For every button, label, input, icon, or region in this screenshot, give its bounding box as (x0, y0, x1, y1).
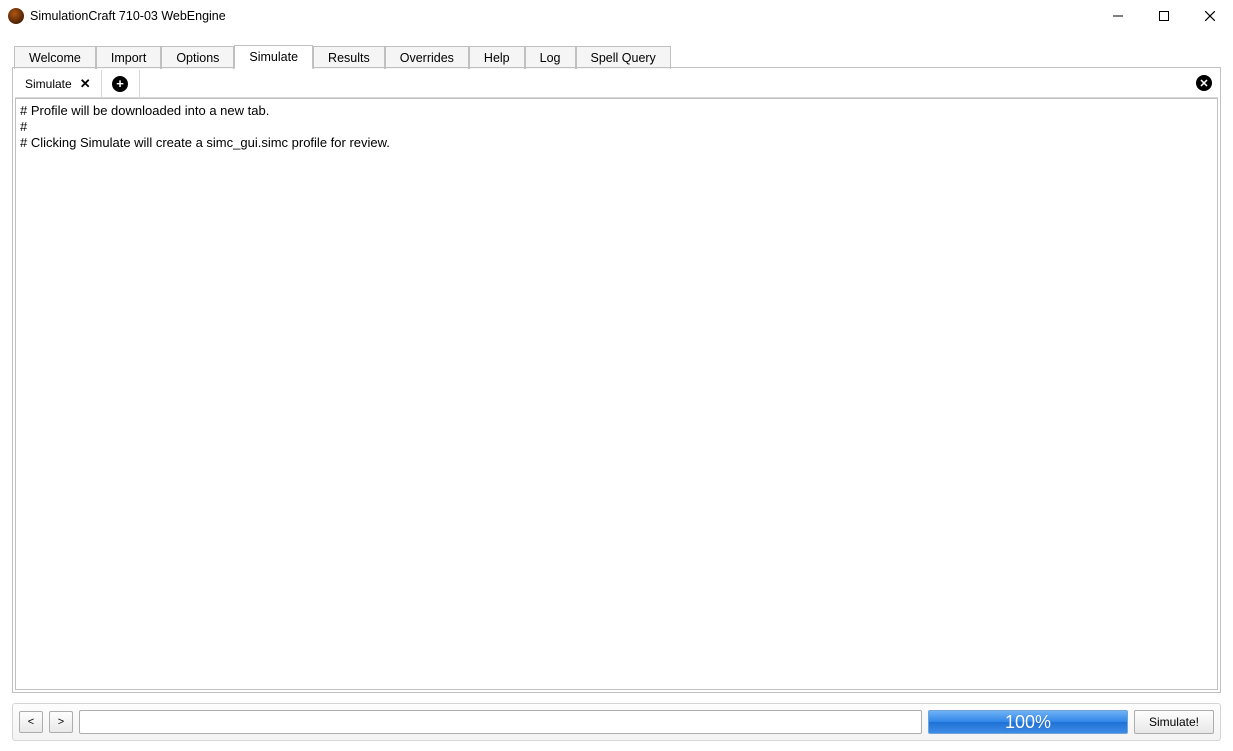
tab-label: Welcome (29, 51, 81, 65)
profile-editor[interactable]: # Profile will be downloaded into a new … (16, 99, 1217, 155)
minimize-button[interactable] (1095, 0, 1141, 32)
tab-label: Import (111, 51, 146, 65)
close-icon (1205, 11, 1215, 21)
plus-icon: + (112, 76, 128, 92)
tab-label: Results (328, 51, 370, 65)
tab-label: Simulate (249, 50, 298, 64)
tab-results[interactable]: Results (313, 46, 385, 69)
progress-text: 100% (1005, 712, 1051, 733)
maximize-icon (1159, 11, 1169, 21)
back-button[interactable]: < (19, 711, 43, 733)
tab-welcome[interactable]: Welcome (14, 46, 96, 69)
titlebar: SimulationCraft 710-03 WebEngine (0, 0, 1233, 32)
simulate-label: Simulate! (1149, 715, 1199, 729)
window-title: SimulationCraft 710-03 WebEngine (30, 9, 226, 23)
tab-overrides[interactable]: Overrides (385, 46, 469, 69)
subtab-simulate[interactable]: Simulate ✕ (15, 70, 102, 98)
close-all-tabs-button[interactable]: ✕ (1196, 75, 1212, 91)
tab-spell-query[interactable]: Spell Query (576, 46, 671, 69)
close-icon: ✕ (1199, 77, 1208, 90)
progress-bar: 100% (928, 710, 1128, 734)
tab-simulate[interactable]: Simulate (234, 45, 313, 69)
tab-label: Options (176, 51, 219, 65)
forward-label: > (58, 716, 64, 728)
url-input[interactable] (79, 710, 922, 734)
forward-button[interactable]: > (49, 711, 73, 733)
maximize-button[interactable] (1141, 0, 1187, 32)
tab-options[interactable]: Options (161, 46, 234, 69)
tab-label: Spell Query (591, 51, 656, 65)
subtab-row: Simulate ✕ + ✕ (15, 70, 1218, 98)
app-icon (8, 8, 24, 24)
simulate-button[interactable]: Simulate! (1134, 710, 1214, 734)
tab-label: Help (484, 51, 510, 65)
tab-import[interactable]: Import (96, 46, 161, 69)
bottom-toolbar: < > 100% Simulate! (12, 703, 1221, 741)
tab-help[interactable]: Help (469, 46, 525, 69)
close-button[interactable] (1187, 0, 1233, 32)
tab-label: Log (540, 51, 561, 65)
back-label: < (28, 716, 34, 728)
tab-label: Overrides (400, 51, 454, 65)
add-tab-button[interactable]: + (102, 70, 140, 98)
close-tab-icon[interactable]: ✕ (80, 76, 91, 92)
subtab-label: Simulate (25, 77, 72, 91)
minimize-icon (1113, 11, 1123, 21)
editor-container: # Profile will be downloaded into a new … (15, 98, 1218, 690)
main-tabstrip: Welcome Import Options Simulate Results … (12, 44, 1221, 68)
tab-log[interactable]: Log (525, 46, 576, 69)
